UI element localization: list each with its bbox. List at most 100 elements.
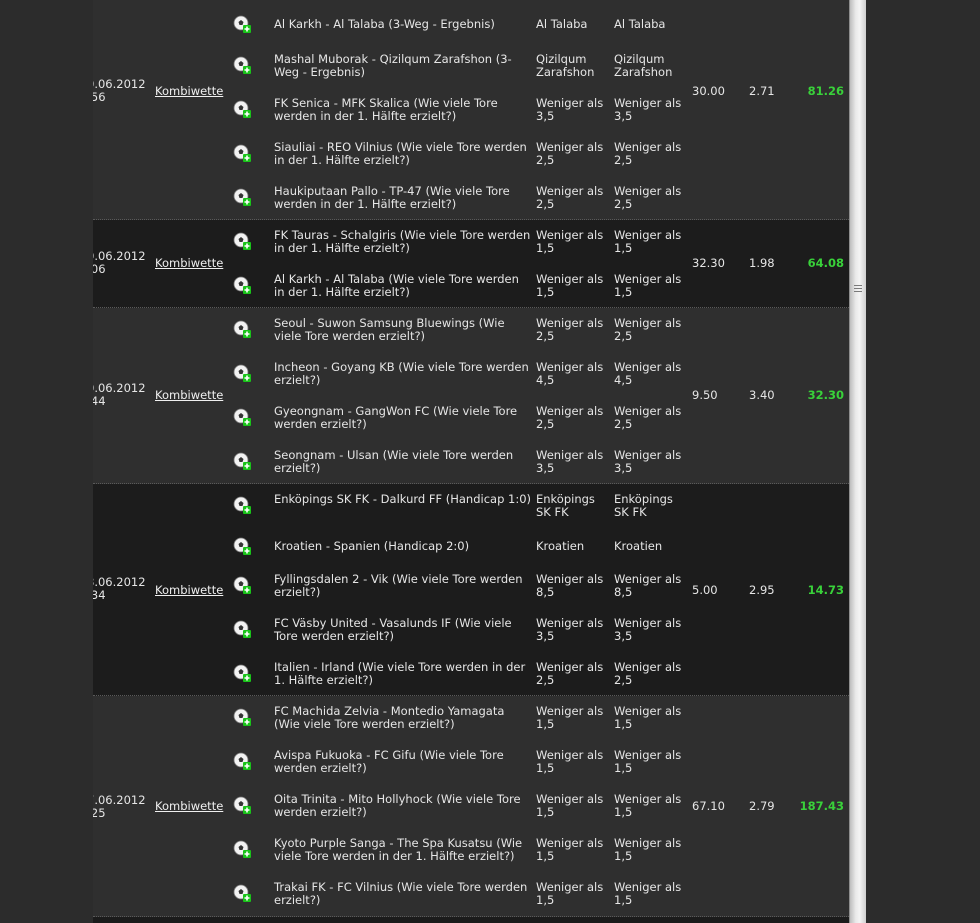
leg-tip: Kroatien bbox=[536, 539, 585, 553]
leg-result: Weniger als 4,5 bbox=[614, 360, 682, 387]
soccer-ball-add-icon[interactable] bbox=[233, 364, 251, 382]
leg-match: Italien - Irland (Wie viele Tore werden … bbox=[274, 660, 526, 687]
leg-result: Al Talaba bbox=[614, 17, 666, 31]
leg-match: Seoul - Suwon Samsung Bluewings (Wie vie… bbox=[274, 316, 505, 343]
leg-result: Kroatien bbox=[614, 539, 663, 553]
soccer-ball-add-icon[interactable] bbox=[233, 496, 251, 514]
bet-leg: Gyeongnam - GangWon FC (Wie viele Tore w… bbox=[93, 396, 849, 440]
leg-result: Weniger als 1,5 bbox=[614, 836, 682, 863]
leg-match: Seongnam - Ulsan (Wie viele Tore werden … bbox=[274, 448, 514, 475]
leg-tip: Weniger als 2,5 bbox=[536, 660, 604, 687]
bet-leg: Seoul - Suwon Samsung Bluewings (Wie vie… bbox=[93, 308, 849, 352]
leg-tip: Weniger als 8,5 bbox=[536, 572, 604, 599]
leg-match: Siauliai - REO Vilnius (Wie viele Tore w… bbox=[274, 140, 527, 167]
leg-result: Weniger als 2,5 bbox=[614, 140, 682, 167]
leg-match: FC Väsby United - Vasalunds IF (Wie viel… bbox=[274, 616, 512, 643]
leg-match: FK Tauras - Schalgiris (Wie viele Tore w… bbox=[274, 228, 531, 255]
soccer-ball-add-icon[interactable] bbox=[233, 664, 251, 682]
leg-match: Fyllingsdalen 2 - Vik (Wie viele Tore we… bbox=[274, 572, 523, 599]
bet-leg: Al Karkh - Al Talaba (Wie viele Tore wer… bbox=[93, 264, 849, 308]
soccer-ball-add-icon[interactable] bbox=[233, 15, 251, 33]
leg-match: FC Machida Zelvia - Montedio Yamagata (W… bbox=[274, 704, 505, 731]
leg-match: Oita Trinita - Mito Hollyhock (Wie viele… bbox=[274, 792, 521, 819]
leg-tip: Weniger als 1,5 bbox=[536, 880, 604, 907]
bet-ticket: 8.06.2012:34 Kombiwette 5.00 2.95 14.73 … bbox=[93, 484, 849, 696]
bet-leg: Haukiputaan Pallo - TP-47 (Wie viele Tor… bbox=[93, 176, 849, 220]
leg-match: Kyoto Purple Sanga - The Spa Kusatsu (Wi… bbox=[274, 836, 523, 863]
bet-ticket: 0.06.2012:56 Kombiwette 30.00 2.71 81.26… bbox=[93, 0, 849, 220]
leg-result: Enköpings SK FK bbox=[614, 492, 673, 519]
soccer-ball-add-icon[interactable] bbox=[233, 796, 251, 814]
soccer-ball-add-icon[interactable] bbox=[233, 840, 251, 858]
soccer-ball-add-icon[interactable] bbox=[233, 232, 251, 250]
leg-result: Weniger als 3,5 bbox=[614, 448, 682, 475]
leg-result: Weniger als 1,5 bbox=[614, 748, 682, 775]
bet-ticket: 0.06.2012:44 Kombiwette 9.50 3.40 32.30 … bbox=[93, 308, 849, 484]
bet-leg: Avispa Fukuoka - FC Gifu (Wie viele Tore… bbox=[93, 740, 849, 784]
leg-tip: Weniger als 4,5 bbox=[536, 360, 604, 387]
right-page-background bbox=[866, 0, 980, 923]
leg-match: Enköpings SK FK - Dalkurd FF (Handicap 1… bbox=[274, 492, 532, 506]
bet-leg: Mashal Muborak - Qizilqum Zarafshon (3-W… bbox=[93, 44, 849, 88]
bet-leg: FC Machida Zelvia - Montedio Yamagata (W… bbox=[93, 696, 849, 740]
bet-leg: FK Senica - MFK Skalica (Wie viele Tore … bbox=[93, 88, 849, 132]
leg-match: Mashal Muborak - Qizilqum Zarafshon (3-W… bbox=[274, 52, 512, 79]
left-page-background bbox=[0, 0, 93, 923]
leg-tip: Weniger als 2,5 bbox=[536, 404, 604, 431]
soccer-ball-add-icon[interactable] bbox=[233, 576, 251, 594]
soccer-ball-add-icon[interactable] bbox=[233, 100, 251, 118]
leg-tip: Al Talaba bbox=[536, 17, 588, 31]
soccer-ball-add-icon[interactable] bbox=[233, 408, 251, 426]
leg-result: Weniger als 1,5 bbox=[614, 704, 682, 731]
leg-tip: Qizilqum Zarafshon bbox=[536, 52, 595, 79]
leg-tip: Weniger als 1,5 bbox=[536, 272, 604, 299]
leg-match: Avispa Fukuoka - FC Gifu (Wie viele Tore… bbox=[274, 748, 504, 775]
leg-tip: Enköpings SK FK bbox=[536, 492, 595, 519]
leg-tip: Weniger als 2,5 bbox=[536, 140, 604, 167]
vertical-scrollbar[interactable] bbox=[849, 0, 866, 923]
soccer-ball-add-icon[interactable] bbox=[233, 752, 251, 770]
leg-match: Al Karkh - Al Talaba (3-Weg - Ergebnis) bbox=[274, 17, 495, 31]
leg-result: Weniger als 2,5 bbox=[614, 184, 682, 211]
leg-tip: Weniger als 1,5 bbox=[536, 704, 604, 731]
bet-leg: Fyllingsdalen 2 - Vik (Wie viele Tore we… bbox=[93, 564, 849, 608]
leg-tip: Weniger als 1,5 bbox=[536, 836, 604, 863]
bet-leg: Kyoto Purple Sanga - The Spa Kusatsu (Wi… bbox=[93, 828, 849, 872]
bet-ticket: 0.06.2012:06 Kombiwette 32.30 1.98 64.08… bbox=[93, 220, 849, 308]
leg-match: Haukiputaan Pallo - TP-47 (Wie viele Tor… bbox=[274, 184, 510, 211]
soccer-ball-add-icon[interactable] bbox=[233, 188, 251, 206]
leg-result: Weniger als 2,5 bbox=[614, 660, 682, 687]
leg-match: Al Karkh - Al Talaba (Wie viele Tore wer… bbox=[274, 272, 519, 299]
leg-match: Kroatien - Spanien (Handicap 2:0) bbox=[274, 539, 470, 553]
leg-result: Weniger als 8,5 bbox=[614, 572, 682, 599]
leg-tip: Weniger als 1,5 bbox=[536, 792, 604, 819]
leg-tip: Weniger als 3,5 bbox=[536, 96, 604, 123]
leg-result: Weniger als 2,5 bbox=[614, 404, 682, 431]
soccer-ball-add-icon[interactable] bbox=[233, 452, 251, 470]
scrollbar-grip-icon[interactable] bbox=[854, 285, 862, 295]
leg-result: Weniger als 3,5 bbox=[614, 616, 682, 643]
leg-tip: Weniger als 1,5 bbox=[536, 748, 604, 775]
leg-tip: Weniger als 3,5 bbox=[536, 448, 604, 475]
leg-tip: Weniger als 2,5 bbox=[536, 184, 604, 211]
soccer-ball-add-icon[interactable] bbox=[233, 884, 251, 902]
soccer-ball-add-icon[interactable] bbox=[233, 320, 251, 338]
leg-match: Trakai FK - FC Vilnius (Wie viele Tore w… bbox=[274, 880, 528, 907]
bet-leg: FK Tauras - Schalgiris (Wie viele Tore w… bbox=[93, 220, 849, 264]
leg-result: Weniger als 2,5 bbox=[614, 316, 682, 343]
leg-result: Weniger als 3,5 bbox=[614, 96, 682, 123]
bet-leg: Trakai FK - FC Vilnius (Wie viele Tore w… bbox=[93, 872, 849, 916]
bet-leg: Seongnam - Ulsan (Wie viele Tore werden … bbox=[93, 440, 849, 484]
soccer-ball-add-icon[interactable] bbox=[233, 276, 251, 294]
leg-match: Gyeongnam - GangWon FC (Wie viele Tore w… bbox=[274, 404, 518, 431]
bet-leg: Incheon - Goyang KB (Wie viele Tore werd… bbox=[93, 352, 849, 396]
bet-history-table: 0.06.2012:56 Kombiwette 30.00 2.71 81.26… bbox=[93, 0, 849, 923]
soccer-ball-add-icon[interactable] bbox=[233, 620, 251, 638]
soccer-ball-add-icon[interactable] bbox=[233, 56, 251, 74]
soccer-ball-add-icon[interactable] bbox=[233, 708, 251, 726]
bet-leg: Al Karkh - Al Talaba (3-Weg - Ergebnis) … bbox=[93, 0, 849, 44]
bet-leg: FC Väsby United - Vasalunds IF (Wie viel… bbox=[93, 608, 849, 652]
soccer-ball-add-icon[interactable] bbox=[233, 144, 251, 162]
leg-result: Weniger als 1,5 bbox=[614, 880, 682, 907]
soccer-ball-add-icon[interactable] bbox=[233, 537, 251, 555]
